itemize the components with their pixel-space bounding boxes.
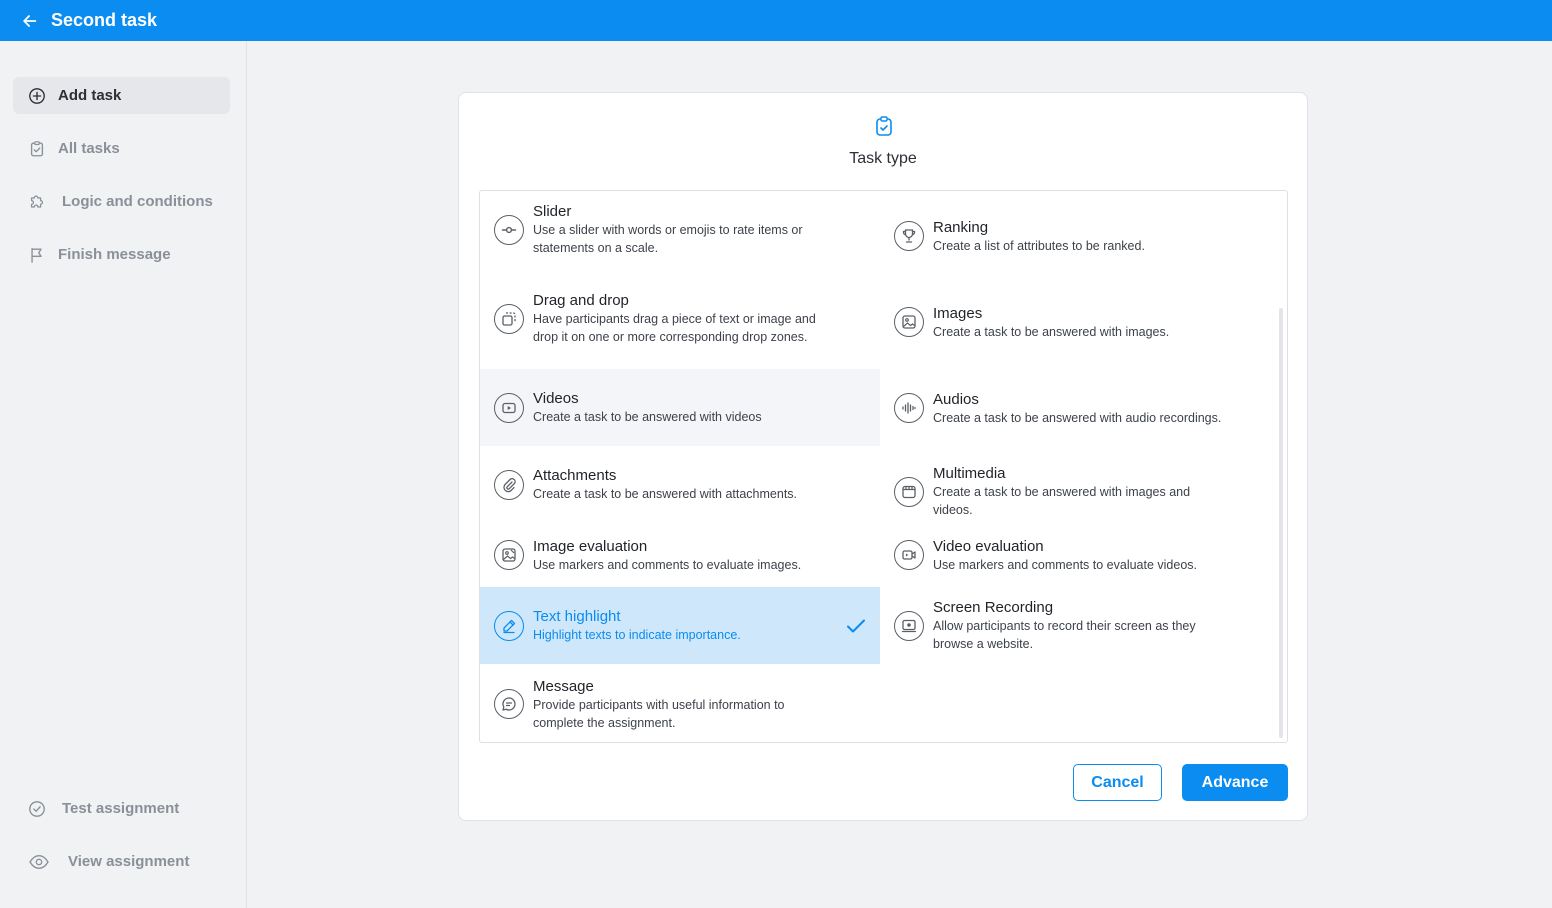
puzzle-icon	[27, 192, 47, 212]
task-type-list[interactable]: Slider Use a slider with words or emojis …	[479, 190, 1288, 743]
video-play-icon	[494, 392, 524, 423]
task-type-name: Image evaluation	[533, 537, 648, 555]
task-type-desc: Use markers and comments to evaluate ima…	[533, 557, 802, 572]
task-type-images[interactable]: Images Create a task to be answered with …	[880, 281, 1280, 363]
task-type-desc: Create a task to be answered with audio …	[933, 410, 1222, 425]
clipboard-check-icon	[27, 139, 47, 159]
screen-record-icon	[894, 610, 924, 641]
task-type-desc: Have participants drag a piece of text o…	[533, 312, 816, 344]
sidebar-item-add-task[interactable]: Add task	[13, 77, 230, 114]
drag-drop-icon	[494, 303, 524, 334]
task-type-slider[interactable]: Slider Use a slider with words or emojis …	[480, 191, 880, 268]
cancel-button[interactable]: Cancel	[1073, 764, 1162, 801]
task-type-desc: Use a slider with words or emojis to rat…	[533, 223, 803, 255]
sidebar-item-test-assignment[interactable]: Test assignment	[13, 790, 230, 827]
task-type-name: Ranking	[933, 218, 989, 236]
sidebar-item-label: Test assignment	[62, 800, 180, 817]
task-type-desc: Create a task to be answered with images…	[933, 485, 1191, 517]
sidebar-item-all-tasks[interactable]: All tasks	[13, 130, 230, 167]
slider-icon	[494, 214, 524, 245]
top-bar: Second task	[0, 0, 1552, 41]
video-eval-icon	[894, 540, 924, 570]
task-type-name: Message	[533, 677, 594, 695]
page-title: Second task	[51, 10, 158, 30]
task-type-ranking[interactable]: Ranking Create a list of attributes to be…	[880, 191, 1280, 281]
sidebar: Add task All tasks Logic and conditions …	[0, 41, 247, 908]
sidebar-item-label: View assignment	[68, 853, 190, 870]
task-type-image-evaluation[interactable]: Image evaluation Use markers and comments…	[480, 523, 880, 587]
paperclip-icon	[494, 469, 524, 500]
sidebar-item-logic[interactable]: Logic and conditions	[13, 183, 230, 220]
task-type-drag-and-drop[interactable]: Drag and drop Have participants drag a pi…	[480, 268, 880, 369]
scrollbar[interactable]	[1279, 308, 1283, 738]
task-type-screen-recording[interactable]: Screen Recording Allow participants to re…	[880, 587, 1280, 664]
multimedia-icon	[894, 476, 924, 507]
task-type-text-highlight[interactable]: Text highlight Highlight texts to indicat…	[480, 587, 880, 664]
task-type-name: Drag and drop	[533, 292, 629, 309]
message-icon	[494, 689, 524, 719]
plus-circle-icon	[27, 86, 47, 106]
task-type-desc: Create a task to be answered with videos	[533, 410, 762, 424]
image-icon	[894, 307, 924, 337]
task-type-multimedia[interactable]: Multimedia Create a task to be answered w…	[880, 453, 1280, 530]
task-type-name: Screen Recording	[933, 599, 1054, 616]
trophy-icon	[894, 221, 924, 251]
sidebar-item-view-assignment[interactable]: View assignment	[13, 843, 230, 880]
check-circle-icon	[27, 799, 47, 819]
task-type-desc: Create a task to be answered with attach…	[533, 487, 798, 501]
audio-wave-icon	[894, 393, 924, 423]
flag-icon	[27, 245, 47, 265]
task-type-name: Video evaluation	[933, 537, 1044, 555]
task-type-name: Attachments	[533, 467, 617, 484]
sidebar-item-label: Add task	[58, 87, 122, 104]
task-type-name: Multimedia	[933, 465, 1006, 482]
advance-button[interactable]: Advance	[1182, 764, 1288, 801]
task-type-name: Videos	[533, 390, 579, 407]
task-type-audios[interactable]: Audios Create a task to be answered with …	[880, 363, 1280, 453]
task-type-name: Audios	[933, 390, 979, 408]
task-type-name: Images	[933, 304, 983, 322]
task-type-desc: Use markers and comments to evaluate vid…	[933, 557, 1198, 572]
task-type-name: Text highlight	[533, 608, 621, 625]
checkmark-icon	[846, 618, 866, 634]
task-type-desc: Create a task to be answered with images…	[933, 324, 1170, 339]
sidebar-item-label: Logic and conditions	[62, 193, 213, 210]
task-type-video-evaluation[interactable]: Video evaluation Use markers and comments…	[880, 523, 1280, 587]
task-type-desc: Create a list of attributes to be ranked…	[933, 238, 1145, 253]
arrow-left-icon[interactable]	[20, 11, 40, 31]
sidebar-item-label: All tasks	[58, 140, 120, 157]
task-type-desc: Highlight texts to indicate importance.	[533, 628, 741, 642]
task-type-name: Slider	[533, 203, 572, 220]
image-eval-icon	[494, 540, 524, 570]
modal-header: Task type	[459, 93, 1307, 191]
task-type-desc: Allow participants to record their scree…	[933, 619, 1196, 651]
task-type-desc: Provide participants with useful informa…	[533, 697, 785, 730]
eye-icon	[27, 852, 51, 872]
sidebar-item-finish-message[interactable]: Finish message	[13, 236, 230, 273]
sidebar-item-label: Finish message	[58, 246, 171, 263]
modal-title: Task type	[849, 150, 917, 167]
task-type-videos[interactable]: Videos Create a task to be answered with …	[480, 369, 880, 446]
highlighter-icon	[494, 610, 524, 641]
task-type-modal: Task type Slider Use a slider with words …	[458, 92, 1308, 821]
clipboard-check-icon	[874, 115, 894, 137]
task-type-attachments[interactable]: Attachments Create a task to be answered …	[480, 446, 880, 523]
task-type-message[interactable]: Message Provide participants with useful …	[480, 664, 880, 742]
